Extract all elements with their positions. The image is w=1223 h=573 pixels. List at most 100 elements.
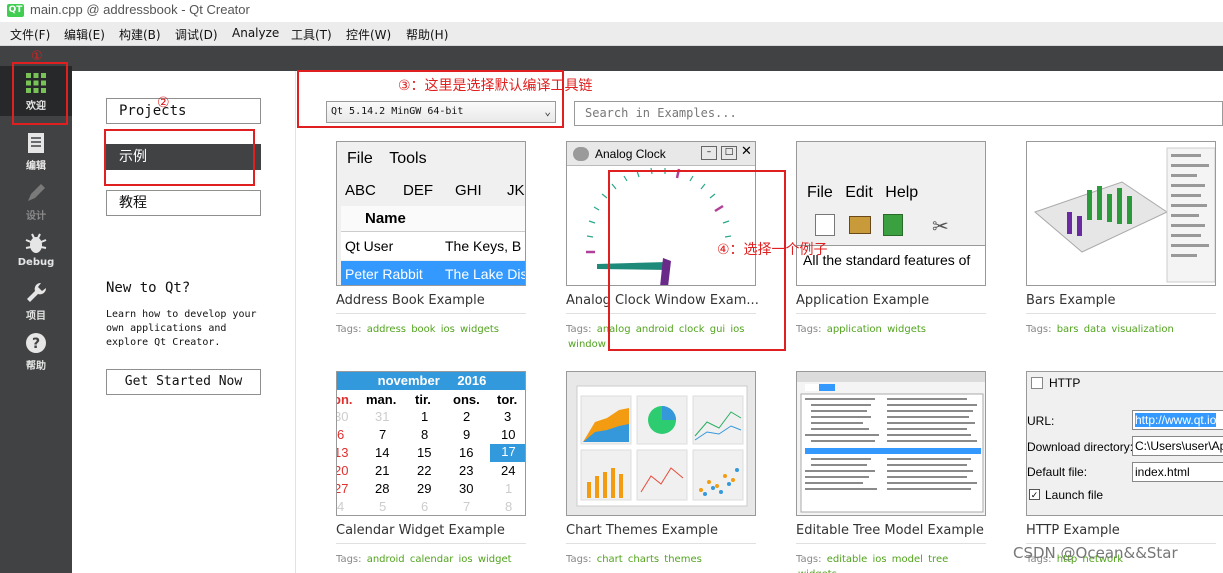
cal-day-header: man. — [366, 392, 397, 407]
tag-link[interactable]: android — [367, 554, 405, 565]
cal-cell: 23 — [459, 463, 474, 478]
edit-document-icon — [28, 133, 44, 153]
tag-link[interactable]: themes — [664, 554, 702, 565]
tag-link[interactable]: calendar — [410, 554, 453, 565]
example-tags: Tags: editable ios model tree widgets — [796, 552, 986, 573]
mode-design[interactable]: 设计 — [0, 176, 72, 226]
cal-cell: 8 — [421, 427, 429, 442]
tag-link[interactable]: model — [892, 554, 923, 565]
example-title: Editable Tree Model Example — [796, 523, 984, 538]
cal-cell: 1 — [421, 409, 429, 424]
cal-cell: 16 — [459, 445, 474, 460]
window-titlebar: QT main.cpp @ addressbook - Qt Creator — [0, 0, 1223, 22]
menu-build[interactable]: 构建(B) — [119, 26, 161, 43]
cal-cell: 30 — [337, 409, 349, 424]
tags-label: Tags: — [566, 554, 592, 565]
mode-projects-label: 项目 — [26, 311, 46, 322]
annotation-box-example — [608, 170, 786, 351]
cal-cell: 6 — [421, 499, 429, 514]
mode-projects[interactable]: 项目 — [0, 276, 72, 326]
example-card-http[interactable]: HTTP URL: http://www.qt.io Download dire… — [1016, 371, 1223, 573]
example-tags: Tags: android calendar ios widget — [336, 552, 526, 567]
thumb-menu-edit: Edit — [845, 184, 873, 201]
example-card-address-book[interactable]: File Tools ABC DEF GHI JKL Name Qt User … — [326, 141, 526, 356]
example-card-chart-themes[interactable]: Chart Themes Example Tags: chart charts … — [556, 371, 756, 573]
card-divider — [566, 543, 756, 544]
tag-link[interactable]: address — [367, 324, 406, 335]
tag-link[interactable]: widgets — [798, 569, 837, 573]
tag-link[interactable]: charts — [628, 554, 659, 565]
example-thumbnail: File Edit Help ✂ All the standard featur… — [796, 141, 986, 286]
example-title: Calendar Widget Example — [336, 523, 505, 538]
get-started-button[interactable]: Get Started Now — [106, 369, 261, 395]
dir-field: C:\Users\user\Ap — [1132, 436, 1223, 456]
cal-cell: 7 — [463, 499, 471, 514]
tag-link[interactable]: visualization — [1111, 324, 1173, 335]
tag-link[interactable]: ios — [459, 554, 473, 565]
menubar: 文件(F) 编辑(E) 构建(B) 调试(D) Analyze 工具(T) 控件… — [0, 22, 1223, 46]
qt-logo-icon: QT — [7, 4, 24, 17]
thumb-tab: GHI — [455, 182, 482, 199]
menu-widgets[interactable]: 控件(W) — [346, 26, 391, 43]
tree-model-graphic — [797, 372, 985, 515]
example-title: Address Book Example — [336, 293, 485, 308]
menu-help[interactable]: 帮助(H) — [406, 26, 448, 43]
cal-cell: 29 — [417, 481, 432, 496]
cal-cell: 7 — [379, 427, 387, 442]
cal-cell: 3 — [504, 409, 512, 424]
window-title: main.cpp @ addressbook - Qt Creator — [30, 2, 250, 17]
cal-day-header: on. — [337, 392, 353, 407]
design-pen-icon — [28, 184, 45, 201]
cal-cell: 1 — [505, 481, 513, 496]
tag-link[interactable]: widgets — [460, 324, 499, 335]
mode-help[interactable]: ? 帮助 — [0, 326, 72, 376]
thumb-tab: ABC — [345, 182, 376, 199]
projects-button[interactable]: Projects — [106, 98, 261, 124]
mode-debug[interactable]: Debug — [0, 226, 72, 276]
example-thumbnail: HTTP URL: http://www.qt.io Download dire… — [1026, 371, 1223, 516]
tag-link[interactable]: chart — [597, 554, 623, 565]
tag-link[interactable]: widget — [478, 554, 512, 565]
annotation-number-one: ① — [31, 49, 43, 64]
tag-link[interactable]: data — [1084, 324, 1107, 335]
thumb-tab: DEF — [403, 182, 433, 199]
window-icon — [1031, 377, 1043, 389]
example-card-calendar[interactable]: november 2016 on. man. tir. ons. tor. 30… — [326, 371, 526, 573]
annotation-box-examples — [104, 129, 255, 186]
tag-link[interactable]: application — [827, 324, 882, 335]
tag-link[interactable]: window — [568, 339, 606, 350]
tag-link[interactable]: widgets — [887, 324, 926, 335]
tag-link[interactable]: ios — [873, 554, 887, 565]
menu-tools[interactable]: 工具(T) — [291, 26, 332, 43]
search-examples-input[interactable]: Search in Examples... — [574, 101, 1223, 126]
tag-link[interactable]: bars — [1057, 324, 1079, 335]
card-divider — [336, 543, 526, 544]
example-card-bars[interactable]: Bars Example Tags: bars data visualizati… — [1016, 141, 1216, 356]
thumb-cell: The Lake Dis — [445, 266, 526, 282]
example-title: Application Example — [796, 293, 930, 308]
menu-debug[interactable]: 调试(D) — [175, 26, 218, 43]
menu-analyze[interactable]: Analyze — [232, 26, 279, 40]
example-title: HTTP Example — [1026, 523, 1120, 538]
cal-cell: 4 — [337, 499, 345, 514]
thumb-menu-help: Help — [885, 184, 919, 201]
file-field: index.html — [1132, 462, 1223, 482]
tag-link[interactable]: book — [411, 324, 435, 335]
example-card-editable-tree[interactable]: Editable Tree Model Example Tags: editab… — [786, 371, 986, 573]
menu-edit[interactable]: 编辑(E) — [64, 26, 105, 43]
mode-help-label: 帮助 — [26, 361, 46, 372]
clock-app-icon — [573, 147, 589, 161]
cal-cell: 13 — [337, 445, 349, 460]
menu-file[interactable]: 文件(F) — [10, 26, 50, 43]
projects-wrench-icon — [27, 282, 47, 302]
tutorials-button[interactable]: 教程 — [106, 190, 261, 216]
tags-label: Tags: — [796, 554, 822, 565]
tag-link[interactable]: editable — [827, 554, 868, 565]
tag-link[interactable]: ios — [441, 324, 455, 335]
tag-link[interactable]: tree — [928, 554, 948, 565]
help-question-icon: ? — [26, 333, 46, 353]
example-title: Chart Themes Example — [566, 523, 719, 538]
mode-edit[interactable]: 编辑 — [0, 126, 72, 176]
thumb-header: Name — [341, 206, 525, 232]
cal-cell: 28 — [375, 481, 390, 496]
